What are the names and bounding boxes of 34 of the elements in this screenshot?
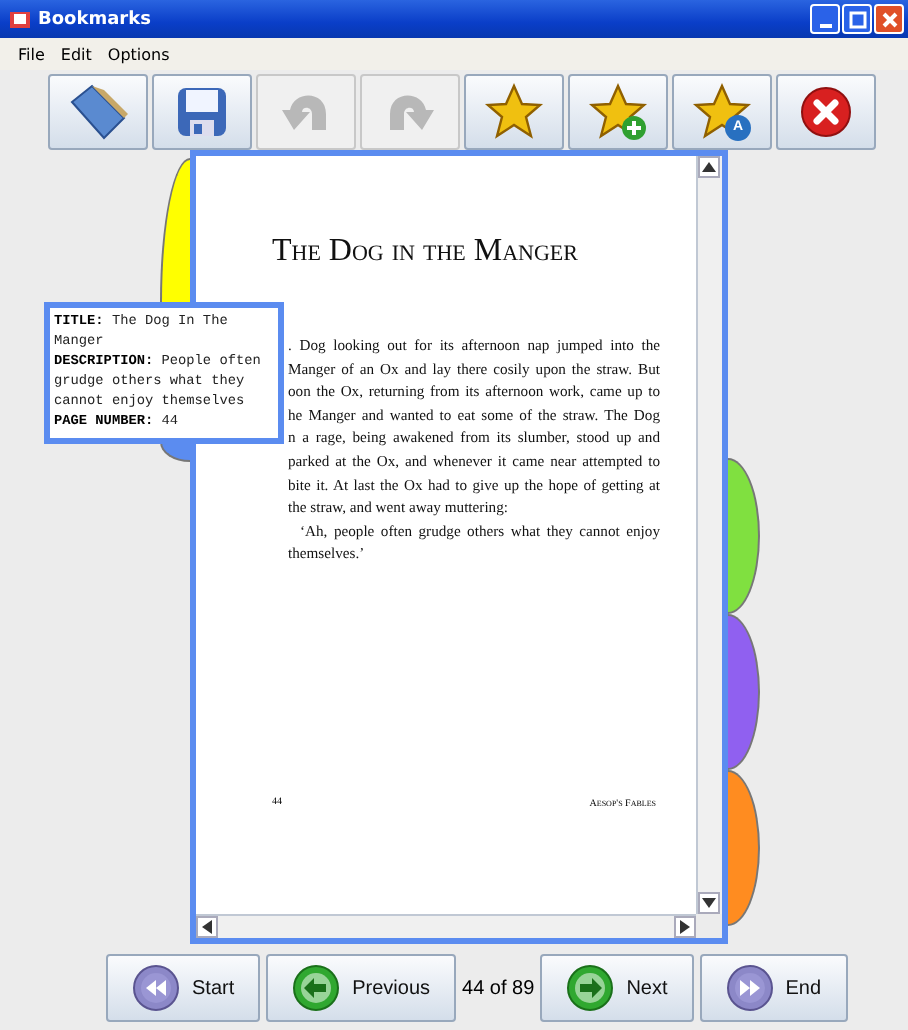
rewind-icon: [132, 964, 180, 1012]
end-button[interactable]: End: [699, 954, 848, 1022]
page-title: The Dog in the Manger: [272, 234, 580, 270]
vertical-scrollbar[interactable]: [696, 156, 722, 914]
close-button[interactable]: [874, 4, 904, 34]
toolbar-button[interactable]: [464, 74, 564, 150]
close-icon: [877, 7, 901, 31]
scroll-right-arrow[interactable]: [674, 916, 696, 938]
menu-item[interactable]: Edit: [60, 45, 92, 63]
scroll-left-arrow[interactable]: [196, 916, 218, 938]
menu-item[interactable]: File: [18, 45, 45, 63]
toolbar-button[interactable]: [776, 74, 876, 150]
window-title: Bookmarks: [38, 9, 153, 29]
minimize-button[interactable]: [810, 4, 840, 34]
star-icon: [484, 82, 544, 142]
bookmark-tab[interactable]: [160, 442, 190, 462]
maximize-icon: [845, 7, 869, 31]
menu-item[interactable]: Options: [107, 45, 170, 63]
scroll-down-arrow[interactable]: [698, 892, 720, 914]
horizontal-scrollbar[interactable]: [196, 914, 696, 938]
previous-button[interactable]: Previous: [266, 954, 457, 1022]
star-plus-icon: [588, 82, 648, 142]
bookmark-tab[interactable]: [160, 158, 190, 302]
toolbar-button[interactable]: [152, 74, 252, 150]
scroll-up-arrow[interactable]: [698, 156, 720, 178]
maximize-button[interactable]: [842, 4, 872, 34]
close-icon: [798, 84, 854, 140]
toolbar-button[interactable]: [48, 74, 148, 150]
minimize-icon: [819, 23, 831, 27]
fast-forward-icon: [725, 964, 774, 1012]
toolbar-button[interactable]: [568, 74, 668, 150]
next-button[interactable]: Next: [540, 954, 694, 1022]
page-counter: 44 of 89: [462, 977, 535, 999]
start-button[interactable]: Start: [106, 954, 261, 1022]
